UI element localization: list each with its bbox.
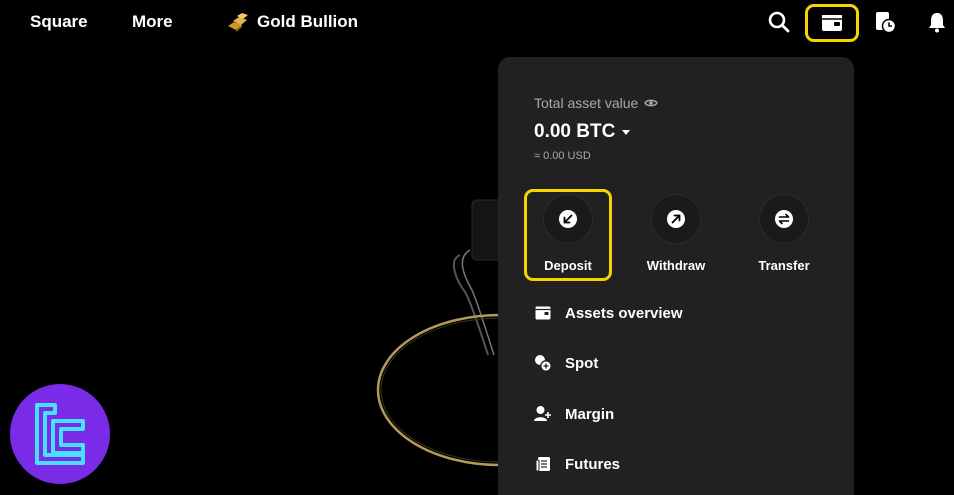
transfer-label: Transfer (758, 258, 810, 273)
transfer-button[interactable]: Transfer (740, 189, 828, 281)
top-navigation: Square More Gold Bullion (0, 0, 954, 46)
caret-down-icon (622, 129, 631, 135)
wallet-button[interactable] (805, 4, 859, 42)
deposit-button[interactable]: Deposit (524, 189, 612, 281)
menu-item-label: Spot (565, 354, 599, 372)
nav-gold-bullion-label: Gold Bullion (257, 12, 359, 31)
search-button[interactable] (761, 6, 797, 38)
wallet-icon (822, 15, 842, 31)
orders-button[interactable] (867, 6, 903, 38)
withdraw-label: Withdraw (646, 258, 706, 273)
search-icon (768, 11, 790, 33)
withdraw-arrow-icon (667, 210, 685, 228)
brand-watermark-logo (10, 384, 110, 484)
usd-balance-value: ≈ 0.00 USD (534, 150, 591, 162)
deposit-arrow-icon (559, 210, 577, 228)
menu-item-futures[interactable]: Futures (534, 449, 620, 479)
menu-item-label: Futures (565, 455, 621, 473)
btc-balance-selector[interactable]: 0.00 BTC (534, 121, 631, 143)
menu-item-label: Margin (565, 405, 615, 423)
spot-coins-icon (534, 354, 552, 372)
hero-illustration (360, 180, 624, 495)
nav-square-link[interactable]: Square (30, 12, 88, 32)
menu-item-spot[interactable]: Spot (534, 348, 598, 378)
deposit-icon-circle (543, 194, 593, 244)
transfer-icon-circle (759, 194, 809, 244)
total-asset-value-text: Total asset value (534, 95, 639, 111)
futures-document-icon (534, 455, 552, 473)
withdraw-button[interactable]: Withdraw (632, 189, 720, 281)
eye-icon[interactable] (644, 95, 659, 111)
orders-clock-icon (876, 12, 897, 34)
wallet-dropdown-panel: Total asset value 0.00 BTC ≈ 0.00 USD De… (498, 57, 854, 495)
nav-more-link[interactable]: More (132, 12, 173, 32)
withdraw-icon-circle (651, 194, 701, 244)
menu-item-assets-overview[interactable]: Assets overview (534, 298, 683, 328)
deposit-label: Deposit (544, 258, 592, 273)
menu-item-margin[interactable]: Margin (534, 399, 614, 429)
notifications-button[interactable] (919, 6, 954, 38)
bell-icon (929, 13, 945, 33)
margin-user-icon (534, 405, 552, 423)
menu-item-label: Assets overview (565, 304, 683, 322)
transfer-arrows-icon (775, 210, 793, 228)
nav-gold-bullion-link[interactable]: Gold Bullion (226, 12, 358, 32)
total-asset-value-label: Total asset value (534, 95, 659, 111)
btc-balance-value: 0.00 BTC (534, 121, 616, 142)
gold-bars-icon (226, 12, 250, 32)
assets-wallet-icon (534, 304, 552, 322)
